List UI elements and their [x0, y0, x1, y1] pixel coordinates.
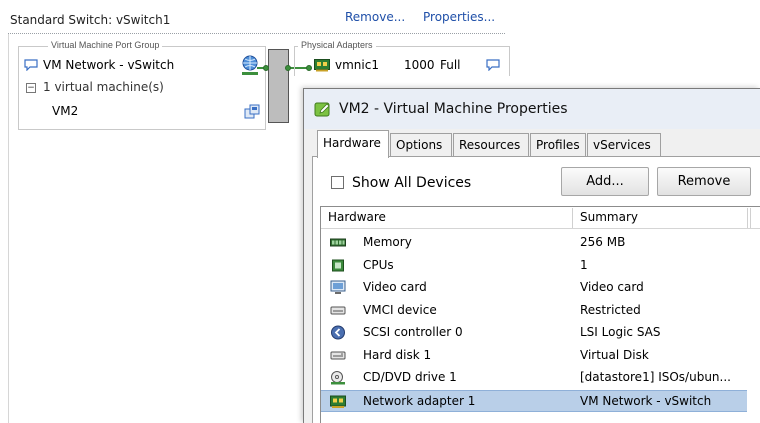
table-row[interactable]: VMCI device Restricted	[321, 300, 760, 322]
comment-icon[interactable]	[486, 59, 500, 72]
table-row[interactable]: Network adapter 1 VM Network - vSwitch	[321, 390, 747, 412]
connection-dot	[263, 65, 269, 71]
hardware-summary: Video card	[580, 280, 644, 294]
network-globe-icon[interactable]	[240, 54, 260, 76]
video-card-icon	[330, 280, 346, 295]
hardware-summary: [datastore1] ISOs/ubun...	[580, 370, 731, 384]
comment-icon[interactable]	[24, 59, 38, 72]
network-adapter-icon	[330, 394, 346, 409]
hardware-name: SCSI controller 0	[363, 325, 463, 339]
add-button[interactable]: Add...	[561, 167, 649, 196]
column-divider	[750, 208, 751, 228]
show-all-devices-checkbox[interactable]	[331, 176, 344, 189]
hardware-summary: 1	[580, 258, 588, 272]
port-group-legend: Virtual Machine Port Group	[48, 40, 163, 50]
hardware-summary: LSI Logic SAS	[580, 325, 661, 339]
tab-options[interactable]: Options	[390, 133, 452, 157]
tab-hardware[interactable]: Hardware	[317, 130, 389, 158]
panel-border	[8, 34, 9, 423]
table-row[interactable]: Hard disk 1 Virtual Disk	[321, 345, 760, 367]
vmci-device-icon	[330, 303, 346, 318]
memory-icon	[330, 235, 346, 250]
port-group-name: VM Network - vSwitch	[43, 58, 175, 72]
hardware-name: CPUs	[363, 258, 394, 272]
scsi-controller-icon	[330, 325, 346, 340]
tab-vservices[interactable]: vServices	[587, 133, 661, 157]
physical-adapters-legend: Physical Adapters	[298, 40, 376, 50]
table-row[interactable]: Video card Video card	[321, 277, 760, 299]
table-row[interactable]: CPUs 1	[321, 255, 760, 277]
switch-title: Standard Switch: vSwitch1	[10, 13, 171, 27]
network-card-icon	[314, 59, 330, 72]
table-row[interactable]: Memory 256 MB	[321, 232, 760, 254]
show-all-devices-label[interactable]: Show All Devices	[352, 175, 471, 191]
vm-name[interactable]: VM2	[52, 104, 78, 118]
table-row[interactable]: CD/DVD drive 1 [datastore1] ISOs/ubun...	[321, 367, 760, 389]
vm-network-icon[interactable]	[244, 104, 260, 120]
column-divider[interactable]	[747, 208, 748, 228]
dialog-title: VM2 - Virtual Machine Properties	[339, 101, 568, 117]
tab-profiles[interactable]: Profiles	[530, 133, 586, 157]
hardware-summary: Virtual Disk	[580, 348, 649, 362]
hardware-name: VMCI device	[363, 303, 437, 317]
vm-edit-icon	[314, 100, 332, 118]
connection-dot	[285, 65, 291, 71]
nic-speed: 1000	[404, 58, 435, 72]
header-separator	[8, 33, 505, 34]
column-header-summary[interactable]: Summary	[580, 210, 638, 224]
hardware-name: Hard disk 1	[363, 348, 432, 362]
hardware-name: Network adapter 1	[363, 394, 476, 408]
hard-disk-icon	[330, 348, 346, 363]
remove-link[interactable]: Remove...	[345, 10, 405, 24]
cd-dvd-icon	[330, 370, 346, 385]
remove-button[interactable]: Remove	[657, 167, 751, 196]
hardware-table-header	[321, 207, 760, 229]
cpu-icon	[330, 258, 346, 273]
column-header-hardware[interactable]: Hardware	[328, 210, 386, 224]
tab-resources[interactable]: Resources	[453, 133, 529, 157]
collapse-toggle[interactable]: −	[26, 83, 36, 93]
properties-link[interactable]: Properties...	[423, 10, 495, 24]
hardware-name: CD/DVD drive 1	[363, 370, 457, 384]
nic-name: vmnic1	[335, 58, 379, 72]
hardware-summary: Restricted	[580, 303, 641, 317]
hardware-summary: VM Network - vSwitch	[580, 394, 712, 408]
hardware-summary: 256 MB	[580, 235, 626, 249]
column-divider[interactable]	[572, 208, 573, 228]
hardware-name: Video card	[363, 280, 427, 294]
nic-duplex: Full	[440, 58, 461, 72]
vm-count: 1 virtual machine(s)	[43, 80, 164, 94]
switch-bar	[268, 49, 289, 123]
hardware-name: Memory	[363, 235, 412, 249]
table-row[interactable]: SCSI controller 0 LSI Logic SAS	[321, 322, 760, 344]
